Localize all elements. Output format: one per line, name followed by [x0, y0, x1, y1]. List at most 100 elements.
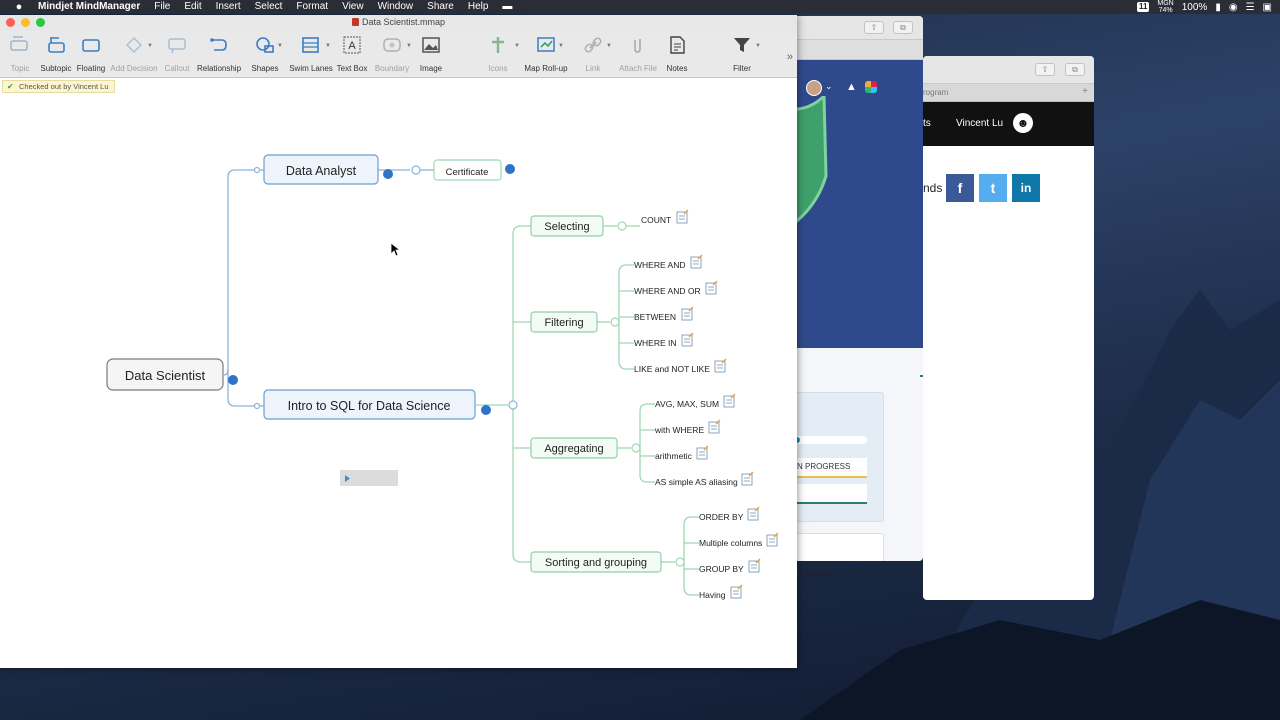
battery-icon[interactable]: ▮: [1215, 2, 1221, 13]
link-badge-icon[interactable]: [481, 405, 491, 415]
notes-icon[interactable]: [748, 558, 761, 573]
video-placeholder[interactable]: [340, 470, 398, 486]
tabs-icon[interactable]: ⧉: [893, 21, 913, 34]
subtopic-having[interactable]: Having: [699, 590, 726, 600]
boundary-button[interactable]: ▼ Boundary: [373, 34, 412, 73]
notes-icon[interactable]: [730, 584, 743, 599]
notes-icon[interactable]: [723, 393, 736, 408]
new-tab-icon[interactable]: +: [1082, 86, 1088, 97]
subtopic-avg-max-sum[interactable]: AVG, MAX, SUM: [655, 399, 719, 409]
link-badge-icon[interactable]: [505, 164, 515, 174]
callout-button[interactable]: Callout: [162, 34, 192, 73]
attach-file-button[interactable]: Attach File: [618, 34, 658, 73]
notes-icon[interactable]: [681, 306, 694, 321]
background-browser-window-2[interactable]: ⇧ ⧉ rogram + ts Vincent Lu ☻ nds f t in: [923, 56, 1094, 600]
notes-icon[interactable]: [747, 506, 760, 521]
subtopic-as-aliasing[interactable]: AS simple AS aliasing: [655, 477, 738, 487]
avatar[interactable]: [806, 80, 822, 96]
slack-icon[interactable]: [865, 81, 877, 93]
share-icon[interactable]: ⇧: [864, 21, 884, 34]
shapes-button[interactable]: ▼ Shapes: [248, 34, 283, 73]
chevron-down-icon[interactable]: ▼: [325, 43, 331, 49]
subtopic-between[interactable]: BETWEEN: [634, 312, 676, 322]
subtopic-order-by[interactable]: ORDER BY: [699, 512, 744, 522]
notes-icon[interactable]: [676, 209, 689, 224]
user-icon[interactable]: ☻: [1013, 113, 1033, 133]
menu-view[interactable]: View: [342, 0, 364, 14]
swim-lanes-button[interactable]: ▼ Swim Lanes: [289, 34, 333, 73]
nav-link[interactable]: ts: [923, 118, 931, 129]
wifi-icon[interactable]: ☰: [1246, 2, 1255, 13]
notes-icon[interactable]: [766, 532, 779, 547]
floating-button[interactable]: Floating: [75, 34, 107, 73]
menu-file[interactable]: File: [154, 0, 170, 14]
link-badge-icon[interactable]: [383, 169, 393, 179]
subtopic-button[interactable]: Subtopic: [38, 34, 74, 73]
mindmanager-window[interactable]: Data Scientist.mmap Topic Subtopic Float…: [0, 15, 797, 668]
airplay-icon[interactable]: ▣: [1263, 2, 1272, 13]
menu-format[interactable]: Format: [296, 0, 328, 14]
menu-window[interactable]: Window: [378, 0, 414, 14]
chevron-down-icon[interactable]: ▼: [755, 43, 761, 49]
topic-button[interactable]: Topic: [6, 34, 34, 73]
battery-label[interactable]: 100%: [1182, 2, 1208, 13]
menu-help[interactable]: Help: [468, 0, 489, 14]
menu-share[interactable]: Share: [427, 0, 454, 14]
app-menu[interactable]: Mindjet MindManager: [38, 0, 140, 14]
chevron-down-icon[interactable]: ▼: [558, 43, 564, 49]
notes-button[interactable]: Notes: [664, 34, 690, 73]
subtopic-group-by[interactable]: GROUP BY: [699, 564, 744, 574]
topic-data-analyst[interactable]: Data Analyst: [263, 154, 379, 185]
chevron-down-icon[interactable]: ▼: [514, 43, 520, 49]
collapse-toggle-icon[interactable]: [228, 375, 238, 385]
twitter-icon[interactable]: t: [979, 174, 1007, 202]
notes-icon[interactable]: [696, 445, 709, 460]
network-monitor[interactable]: MGN 74%: [1157, 0, 1173, 14]
map-rollup-button[interactable]: ▼ Map Roll-up: [524, 34, 568, 73]
filter-button[interactable]: ▼ Filter: [727, 34, 761, 73]
bell-icon[interactable]: ▲: [846, 81, 857, 93]
chevron-down-icon[interactable]: ▼: [406, 43, 412, 49]
notes-icon[interactable]: [705, 280, 718, 295]
mind-map[interactable]: Data Scientist Data Analyst Certificate …: [0, 79, 797, 668]
notes-icon[interactable]: [741, 471, 754, 486]
screen-record-icon[interactable]: ◉: [1229, 2, 1238, 13]
topic-data-scientist[interactable]: Data Scientist: [106, 358, 224, 391]
tabs-icon[interactable]: ⧉: [1065, 63, 1085, 76]
tab-program[interactable]: rogram: [923, 88, 948, 97]
topic-intro-to-sql[interactable]: Intro to SQL for Data Science: [263, 389, 476, 420]
menu-insert[interactable]: Insert: [216, 0, 241, 14]
subtopic-arithmetic[interactable]: arithmetic: [655, 451, 693, 461]
chevron-down-icon[interactable]: ▼: [606, 43, 612, 49]
subtopic-with-where[interactable]: with WHERE: [654, 425, 704, 435]
linkedin-icon[interactable]: in: [1012, 174, 1040, 202]
subtopic-where-and[interactable]: WHERE AND: [634, 260, 685, 270]
facebook-icon[interactable]: f: [946, 174, 974, 202]
chevron-down-icon[interactable]: ⌄: [825, 81, 833, 92]
share-icon[interactable]: ⇧: [1035, 63, 1055, 76]
link-button[interactable]: ▼ Link: [578, 34, 612, 73]
relationship-button[interactable]: Relationship: [196, 34, 242, 73]
topic-sorting-and-grouping[interactable]: Sorting and grouping: [530, 551, 662, 573]
subtopic-count[interactable]: COUNT: [641, 215, 671, 225]
subtopic-multiple-columns[interactable]: Multiple columns: [699, 538, 762, 548]
background-browser-window-1[interactable]: ⇧ ⧉ ⌄ ▲ N PROGRESS: [780, 16, 923, 561]
menu-edit[interactable]: Edit: [184, 0, 201, 14]
topic-selecting[interactable]: Selecting: [530, 215, 604, 237]
calendar-icon[interactable]: 11: [1136, 2, 1150, 12]
apple-menu-icon[interactable]: ●: [12, 1, 26, 13]
notes-icon[interactable]: [681, 332, 694, 347]
icons-button[interactable]: ▼ Icons: [484, 34, 520, 73]
topic-certificate[interactable]: Certificate: [433, 159, 502, 181]
chevron-down-icon[interactable]: ▼: [277, 43, 283, 49]
subtopic-where-in[interactable]: WHERE IN: [634, 338, 677, 348]
topic-aggregating[interactable]: Aggregating: [530, 437, 618, 459]
subtopic-like-not-like[interactable]: LIKE and NOT LIKE: [634, 364, 710, 374]
topic-filtering[interactable]: Filtering: [530, 311, 598, 333]
chevron-down-icon[interactable]: ▼: [147, 43, 153, 49]
toolbar-overflow-icon[interactable]: »: [787, 51, 793, 63]
notes-icon[interactable]: [708, 419, 721, 434]
add-decision-button[interactable]: ▼ Add Decision: [110, 34, 158, 73]
notes-icon[interactable]: [714, 358, 727, 373]
menu-select[interactable]: Select: [255, 0, 283, 14]
